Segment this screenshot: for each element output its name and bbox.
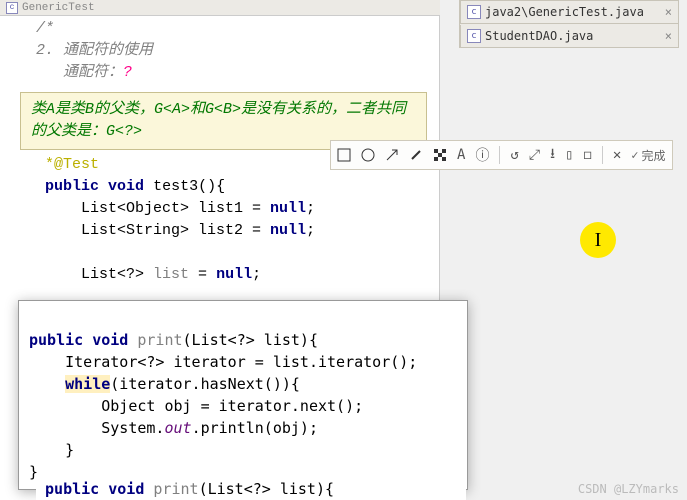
tab-row-1: c java2\GenericTest.java × — [459, 0, 679, 24]
code-token: void — [92, 331, 128, 349]
block-comment: /* 2. 通配符的使用 通配符：? — [0, 16, 439, 86]
comment-line: /* — [36, 18, 439, 40]
watermark: CSDN @LZYmarks — [578, 482, 679, 496]
file-icon: c — [467, 5, 481, 19]
close-icon[interactable]: × — [665, 5, 672, 19]
code-line: List<Object> list1 = null; — [0, 198, 439, 220]
code-token: (List<?> list){ — [183, 331, 318, 349]
cancel-icon[interactable]: ✕ — [613, 147, 621, 163]
arrow-icon[interactable] — [385, 148, 399, 162]
tab-generictest[interactable]: c java2\GenericTest.java × — [460, 1, 678, 23]
code-line: public void test3(){ — [0, 176, 439, 198]
bookmark-icon[interactable]: ◻ — [583, 147, 591, 163]
download-icon[interactable]: ⭳ — [550, 143, 555, 167]
mosaic-icon[interactable] — [433, 148, 447, 162]
file-icon: c — [467, 29, 481, 43]
tab-label: java2\GenericTest.java — [485, 5, 644, 19]
code-line: Iterator<?> iterator = list.iterator(); — [29, 353, 417, 371]
tab-label: StudentDAO.java — [485, 29, 593, 43]
phone-icon[interactable]: ▯ — [565, 147, 573, 163]
code-token: public — [29, 331, 83, 349]
close-icon[interactable]: × — [665, 29, 672, 43]
code-line: } — [29, 441, 74, 459]
circle-icon[interactable] — [361, 148, 375, 162]
file-icon: c — [6, 2, 18, 14]
text-icon[interactable]: A — [457, 147, 465, 163]
info-icon[interactable]: ⓘ — [475, 145, 489, 165]
cutoff-line: public void print(List<?> list){ — [36, 480, 466, 500]
comment-line: 通配符：? — [36, 62, 439, 84]
undo-icon[interactable]: ↺ — [510, 147, 518, 163]
pencil-icon[interactable] — [409, 148, 423, 162]
code-line — [0, 242, 439, 264]
editor-tabs: c java2\GenericTest.java × c StudentDAO.… — [459, 0, 679, 48]
code-token: while — [65, 375, 110, 393]
comment-line: 2. 通配符的使用 — [36, 40, 439, 62]
separator — [499, 146, 500, 164]
code-token: print — [137, 331, 182, 349]
note-text: 类A是类B的父类，G<A>和G<B>是没有关系的，二者共同的父类是：G<?> — [31, 101, 406, 140]
code-line: Object obj = iterator.next(); — [29, 397, 363, 415]
code-line: List<?> list = null; — [0, 264, 439, 286]
expand-icon[interactable]: ⤢ — [529, 147, 540, 163]
code-token: System. — [29, 419, 164, 437]
breadcrumb: c GenericTest — [0, 0, 440, 16]
separator — [602, 146, 603, 164]
tab-studentdao[interactable]: c StudentDAO.java × — [460, 25, 678, 47]
annotation-toolbar: A ⓘ ↺ ⤢ ⭳ ▯ ◻ ✕ ✓ 完成 — [330, 140, 673, 170]
tab-row-2: c StudentDAO.java × — [459, 24, 679, 48]
code-token — [29, 375, 65, 393]
code-line: } — [29, 463, 38, 481]
done-button[interactable]: ✓ 完成 — [631, 147, 665, 164]
code-token: (iterator.hasNext()){ — [110, 375, 300, 393]
code-token: out — [164, 419, 191, 437]
code-line: List<String> list2 = null; — [0, 220, 439, 242]
cursor-highlight: I — [580, 222, 616, 258]
code-popup: public void print(List<?> list){ Iterato… — [18, 300, 468, 490]
rect-icon[interactable] — [337, 148, 351, 162]
breadcrumb-label: GenericTest — [22, 0, 95, 19]
code-token: .println(obj); — [192, 419, 318, 437]
